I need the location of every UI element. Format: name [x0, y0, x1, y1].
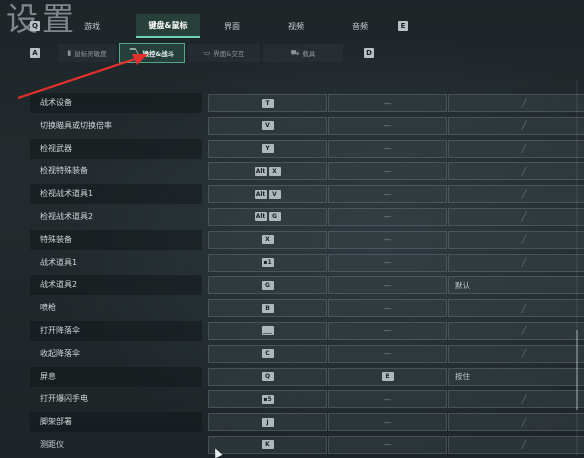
annotation-arrow: [17, 54, 148, 100]
arrow-line: [17, 56, 139, 100]
